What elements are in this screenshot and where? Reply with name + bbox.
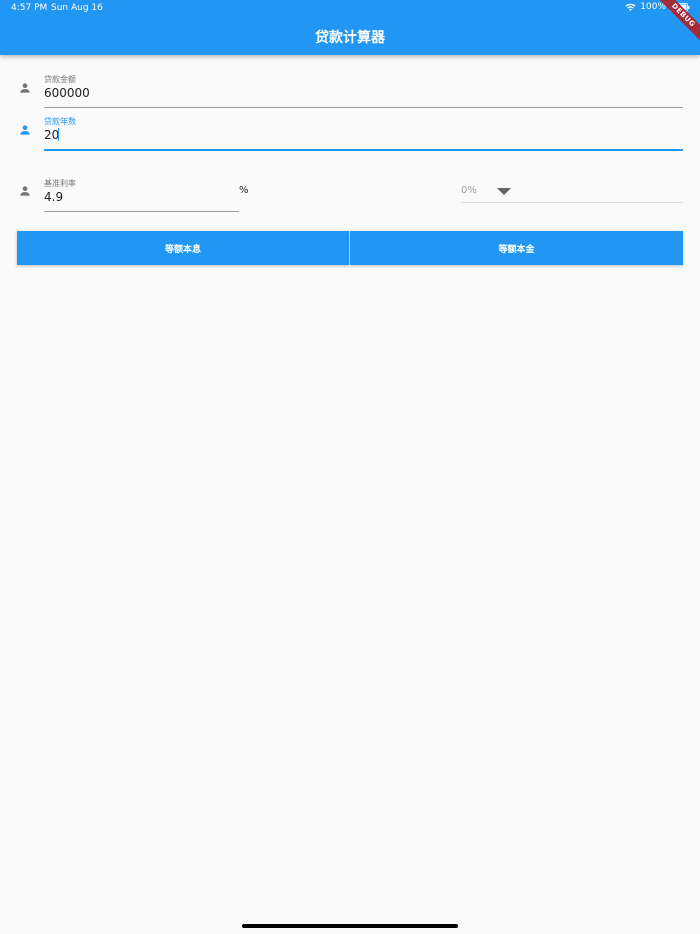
battery-percent: 100% [640,2,666,12]
base-rate-input[interactable]: 4.9 [44,190,63,204]
wifi-icon [625,3,636,12]
rate-adjust-underline [461,202,683,203]
page-title: 贷款计算器 [315,30,385,46]
home-indicator [242,924,458,928]
equal-installment-button[interactable]: 等额本息 [17,231,349,265]
loan-years-underline [44,149,683,151]
person-icon [18,184,32,198]
app-bar: 4:57 PM Sun Aug 16 100% 贷款计算器 [0,0,700,55]
loan-years-input[interactable]: 20 [44,128,59,142]
person-icon [18,81,32,95]
status-time: 4:57 PM [11,3,48,13]
rate-adjust-dropdown[interactable]: 0% [461,185,477,196]
loan-amount-underline [44,107,683,108]
percent-suffix: % [239,185,249,196]
status-date: Sun Aug 16 [51,3,103,13]
person-icon [18,123,32,137]
text-caret [58,128,59,141]
base-rate-label: 基准利率 [44,179,76,188]
dropdown-arrow-icon[interactable] [497,188,511,195]
loan-amount-label: 贷款金额 [44,75,76,84]
loan-years-label: 贷款年数 [44,117,76,126]
loan-amount-input[interactable]: 600000 [44,86,90,100]
base-rate-underline [44,211,239,212]
equal-principal-button[interactable]: 等额本金 [350,231,683,265]
